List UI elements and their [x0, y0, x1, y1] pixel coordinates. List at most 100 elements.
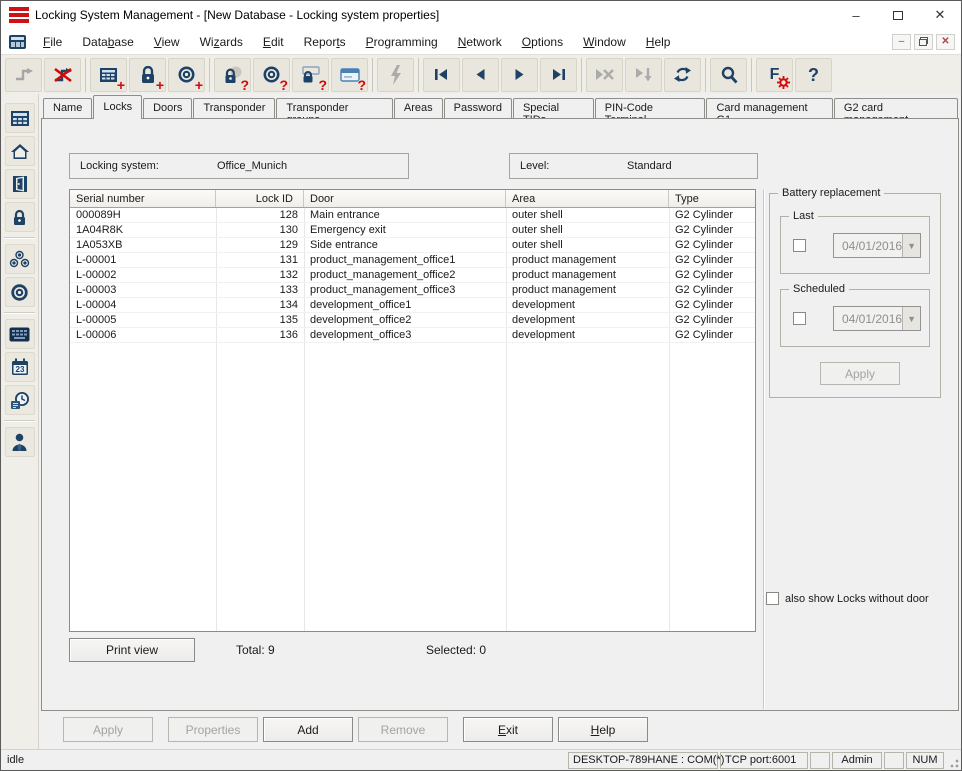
disconnect-button[interactable]: [44, 58, 81, 92]
menu-item[interactable]: Wizards: [190, 32, 253, 52]
tab-name[interactable]: Name: [43, 98, 92, 119]
table-row[interactable]: L-00005 135 development_office2 developm…: [70, 313, 755, 328]
last-record-icon: [551, 68, 566, 81]
cell-serial-number: 000089H: [70, 209, 216, 221]
exit-button[interactable]: Exit: [463, 717, 553, 742]
transponder-group-icon: [9, 250, 30, 268]
sidebar-transponder-button[interactable]: [5, 277, 35, 307]
tab-areas[interactable]: Areas: [394, 98, 443, 119]
read-g1-lock-button[interactable]: ?: [292, 58, 329, 92]
maximize-button[interactable]: [877, 1, 919, 29]
table-row[interactable]: L-00002 132 product_management_office2 p…: [70, 268, 755, 283]
print-view-button[interactable]: Print view: [69, 638, 195, 662]
cell-lock-id: 134: [216, 299, 304, 311]
filter-button[interactable]: F: [756, 58, 793, 92]
battery-scheduled-checkbox[interactable]: [793, 312, 806, 325]
table-row[interactable]: 000089H 128 Main entrance outer shell G2…: [70, 208, 755, 223]
tab-locks[interactable]: Locks: [93, 95, 142, 119]
refresh-button[interactable]: [664, 58, 701, 92]
sidebar-home-button[interactable]: [5, 136, 35, 166]
search-button[interactable]: [710, 58, 747, 92]
tab-transponder[interactable]: Transponder: [193, 98, 275, 119]
status-bar: idle DESKTOP-789HANE : COM(*) TCP port:6…: [1, 749, 961, 770]
next-record-button[interactable]: [501, 58, 538, 92]
table-row[interactable]: L-00003 133 product_management_office3 p…: [70, 283, 755, 298]
menu-item[interactable]: Options: [512, 32, 573, 52]
transponder-icon: [177, 65, 196, 84]
table-row[interactable]: L-00006 136 development_office3 developm…: [70, 328, 755, 343]
sidebar-calendar-button[interactable]: 23: [5, 352, 35, 382]
tab-transponder-groups[interactable]: Transponder groups: [276, 98, 393, 119]
battery-last-date-value: 04/01/2016: [834, 239, 902, 253]
add-button[interactable]: Add: [263, 717, 353, 742]
new-transponder-button[interactable]: +: [168, 58, 205, 92]
menu-item[interactable]: Programming: [356, 32, 448, 52]
panel-splitter[interactable]: [763, 189, 765, 709]
keyboard-icon: [9, 327, 30, 342]
cell-serial-number: 1A04R8K: [70, 224, 216, 236]
read-transponder-button[interactable]: ?: [253, 58, 290, 92]
sidebar-door-button[interactable]: [5, 169, 35, 199]
also-show-locks-checkbox[interactable]: [766, 592, 779, 605]
new-locking-system-button[interactable]: +: [90, 58, 127, 92]
cell-lock-id: 128: [216, 209, 304, 221]
read-lock-button[interactable]: ?: [214, 58, 251, 92]
read-mifare-button[interactable]: ?: [331, 58, 368, 92]
mdi-restore-button[interactable]: [914, 34, 933, 50]
column-header-area[interactable]: Area: [506, 190, 669, 207]
mdi-close-button[interactable]: ✕: [936, 34, 955, 50]
column-header-serial-number[interactable]: Serial number: [70, 190, 216, 207]
menu-item[interactable]: Reports: [294, 32, 356, 52]
menu-item[interactable]: Database: [72, 32, 143, 52]
help-button-bottom[interactable]: Help: [558, 717, 648, 742]
menu-item[interactable]: File: [33, 32, 72, 52]
minimize-button[interactable]: –: [835, 1, 877, 29]
sidebar-log-button[interactable]: [5, 385, 35, 415]
column-header-lock-id[interactable]: Lock ID: [216, 190, 304, 207]
tab-strip: Name Locks Doors Transponder Transponder…: [43, 96, 959, 119]
menu-item[interactable]: View: [144, 32, 190, 52]
app-window: Locking System Management - [New Databas…: [0, 0, 962, 771]
sidebar-transponder-group-button[interactable]: [5, 244, 35, 274]
previous-record-button[interactable]: [462, 58, 499, 92]
total-count: Total: 9: [236, 643, 275, 657]
menu-item[interactable]: Edit: [253, 32, 294, 52]
battery-last-checkbox[interactable]: [793, 239, 806, 252]
help-icon: ?: [808, 67, 819, 83]
tab-special-tids[interactable]: Special TIDs: [513, 98, 594, 119]
menu-item[interactable]: Window: [573, 32, 636, 52]
sidebar-user-button[interactable]: [5, 427, 35, 457]
tab-password[interactable]: Password: [444, 98, 512, 119]
apply-button: Apply: [63, 717, 153, 742]
tab-card-management-g1[interactable]: Card management G1: [706, 98, 832, 119]
help-button[interactable]: ?: [795, 58, 832, 92]
new-lock-button[interactable]: +: [129, 58, 166, 92]
cell-area: outer shell: [506, 224, 669, 236]
status-message: idle: [1, 754, 568, 766]
table-row[interactable]: L-00004 134 development_office1 developm…: [70, 298, 755, 313]
sidebar-keyboard-button[interactable]: [5, 319, 35, 349]
table-row[interactable]: 1A04R8K 130 Emergency exit outer shell G…: [70, 223, 755, 238]
first-record-button[interactable]: [423, 58, 460, 92]
sidebar-lock-button[interactable]: [5, 202, 35, 232]
column-header-door[interactable]: Door: [304, 190, 506, 207]
menu-bar: File Database View Wizards Edit Reports …: [1, 29, 961, 54]
column-header-type[interactable]: Type: [669, 190, 755, 207]
add-badge: +: [117, 78, 125, 92]
resize-grip-icon[interactable]: [946, 752, 960, 769]
mdi-minimize-button[interactable]: –: [892, 34, 911, 50]
tab-g2-card-management[interactable]: G2 card management: [834, 98, 958, 119]
last-record-button[interactable]: [540, 58, 577, 92]
cell-lock-id: 129: [216, 239, 304, 251]
menu-item[interactable]: Network: [448, 32, 512, 52]
cell-door: development_office1: [304, 299, 506, 311]
close-button[interactable]: ✕: [919, 1, 961, 29]
menu-item[interactable]: Help: [636, 32, 681, 52]
tab-doors[interactable]: Doors: [143, 98, 192, 119]
add-badge: +: [195, 78, 203, 92]
tab-pin-code-terminal[interactable]: PIN-Code Terminal: [595, 98, 706, 119]
refresh-icon: [673, 66, 692, 83]
table-row[interactable]: L-00001 131 product_management_office1 p…: [70, 253, 755, 268]
sidebar-matrix-button[interactable]: [5, 103, 35, 133]
table-row[interactable]: 1A053XB 129 Side entrance outer shell G2…: [70, 238, 755, 253]
